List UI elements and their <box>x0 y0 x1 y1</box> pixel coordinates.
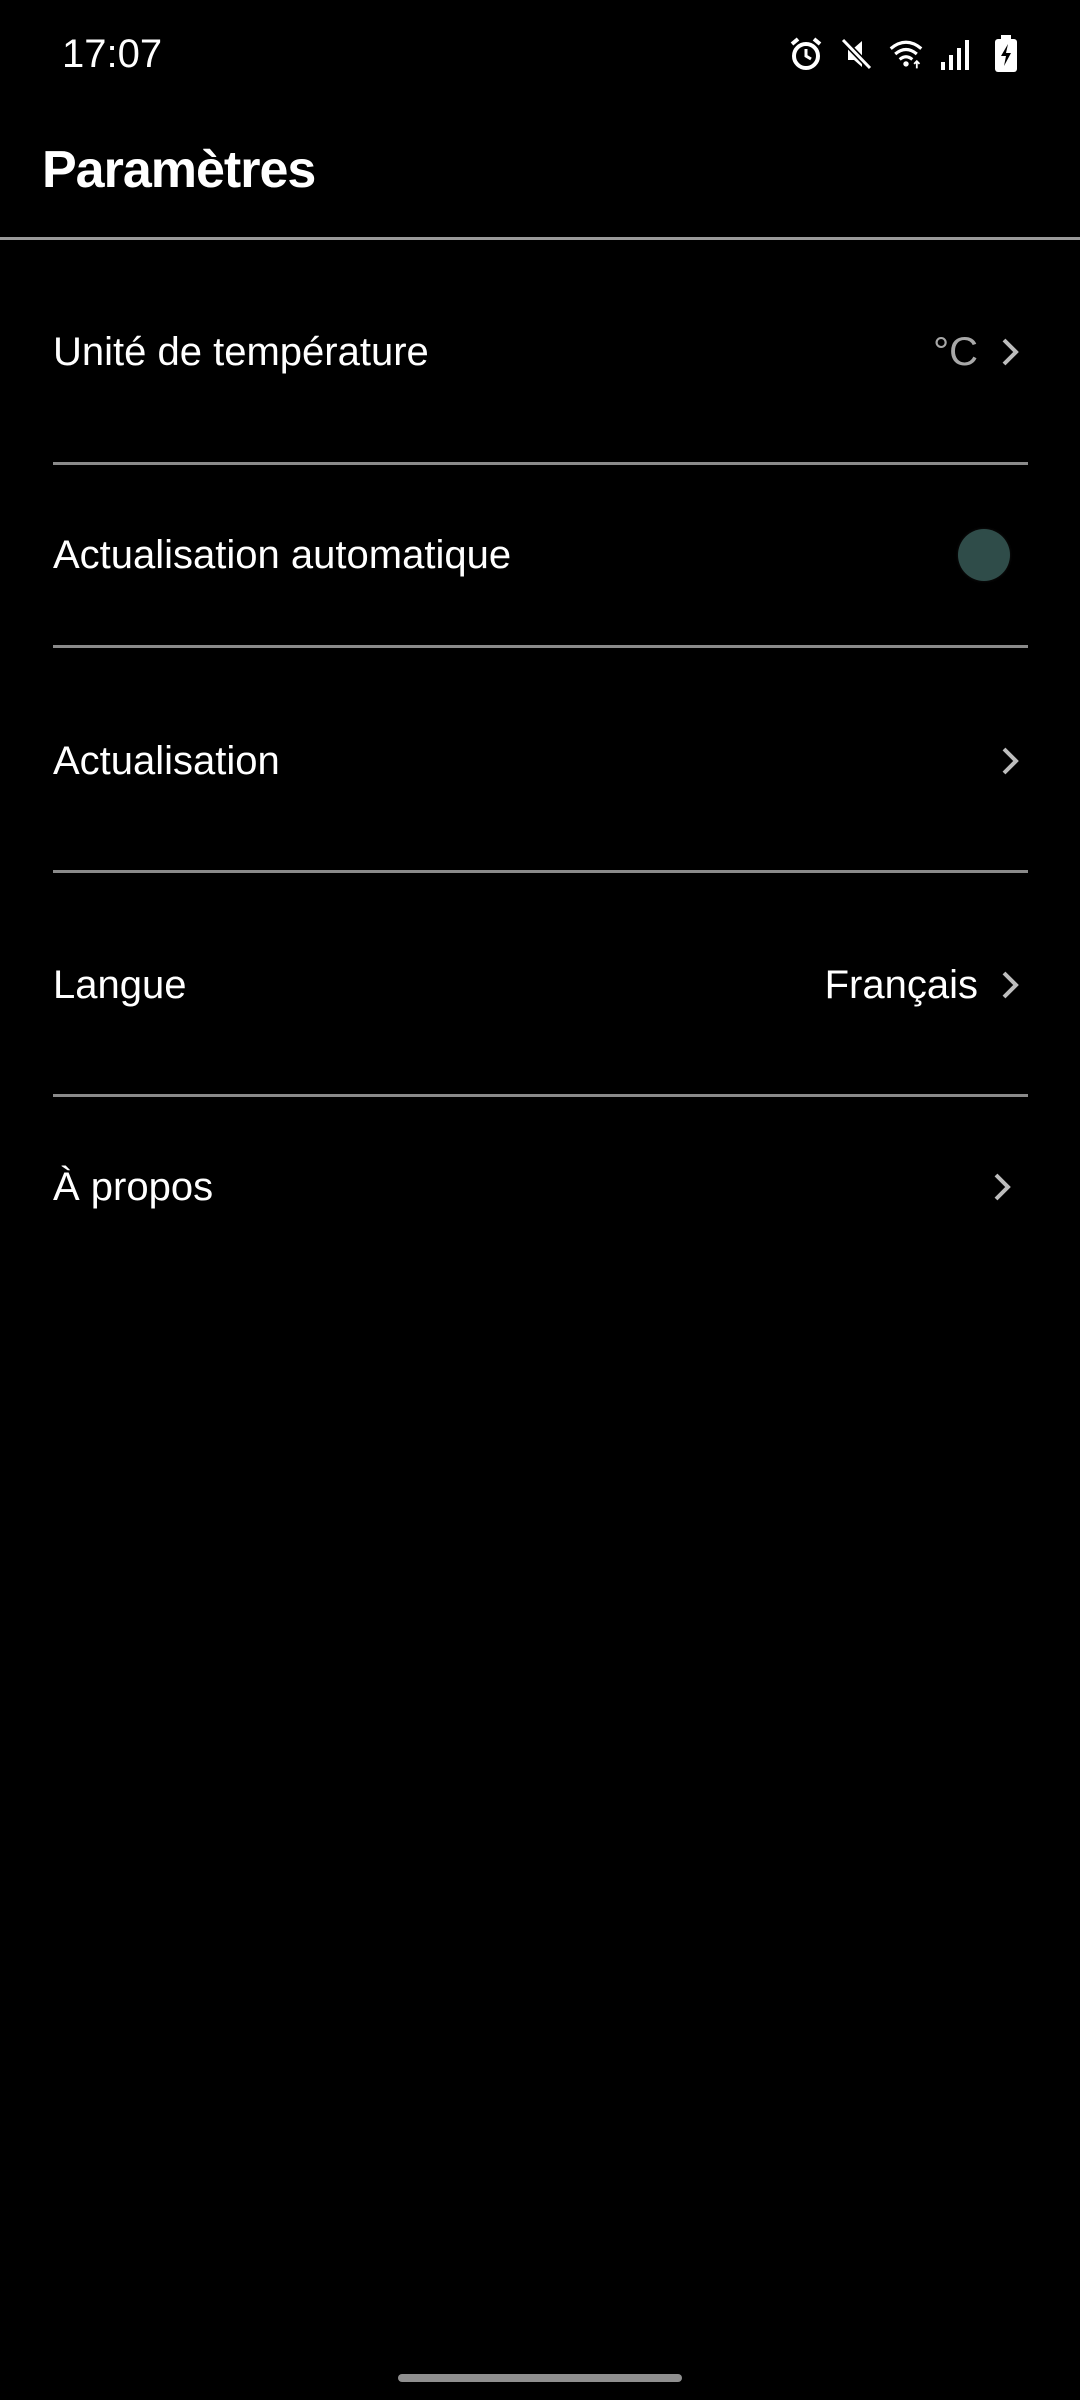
temperature-unit-right: °C <box>933 326 1022 378</box>
temperature-unit-label: Unité de température <box>53 330 429 374</box>
language-right: Français <box>825 959 1022 1011</box>
chevron-right-icon <box>1000 334 1022 370</box>
setting-refresh[interactable]: Actualisation <box>53 648 1028 873</box>
chevron-right-icon <box>1000 967 1022 1003</box>
signal-icon <box>938 34 974 74</box>
language-value: Français <box>824 963 978 1007</box>
setting-temperature-unit[interactable]: Unité de température °C <box>53 240 1028 465</box>
chevron-right-icon <box>1000 743 1022 779</box>
about-label: À propos <box>53 1165 214 1209</box>
setting-auto-refresh[interactable]: Actualisation automatique <box>53 465 1028 648</box>
status-time: 17:07 <box>62 32 163 76</box>
setting-language[interactable]: Langue Français <box>53 873 1028 1097</box>
home-indicator[interactable] <box>398 2374 682 2382</box>
chevron-right-icon <box>992 1169 1014 1205</box>
mute-icon <box>838 34 874 74</box>
language-label: Langue <box>53 963 187 1007</box>
refresh-label: Actualisation <box>53 739 280 783</box>
status-icons <box>788 32 1024 76</box>
toggle-knob <box>958 529 1010 581</box>
app-bar: Paramètres <box>0 110 1080 240</box>
status-bar: 17:07 <box>0 0 1080 110</box>
settings-list: Unité de température °C Actualisation au… <box>53 240 1028 1277</box>
about-right <box>992 1169 1014 1205</box>
wifi-icon <box>888 34 924 74</box>
page-title: Paramètres <box>42 141 316 199</box>
refresh-right <box>1000 743 1022 779</box>
auto-refresh-right <box>952 529 1022 581</box>
battery-charging-icon <box>988 34 1024 74</box>
temperature-unit-value: °C <box>933 330 978 374</box>
setting-about[interactable]: À propos <box>53 1097 1028 1277</box>
auto-refresh-toggle[interactable] <box>952 529 1022 581</box>
alarm-icon <box>788 34 824 74</box>
auto-refresh-label: Actualisation automatique <box>53 533 512 577</box>
